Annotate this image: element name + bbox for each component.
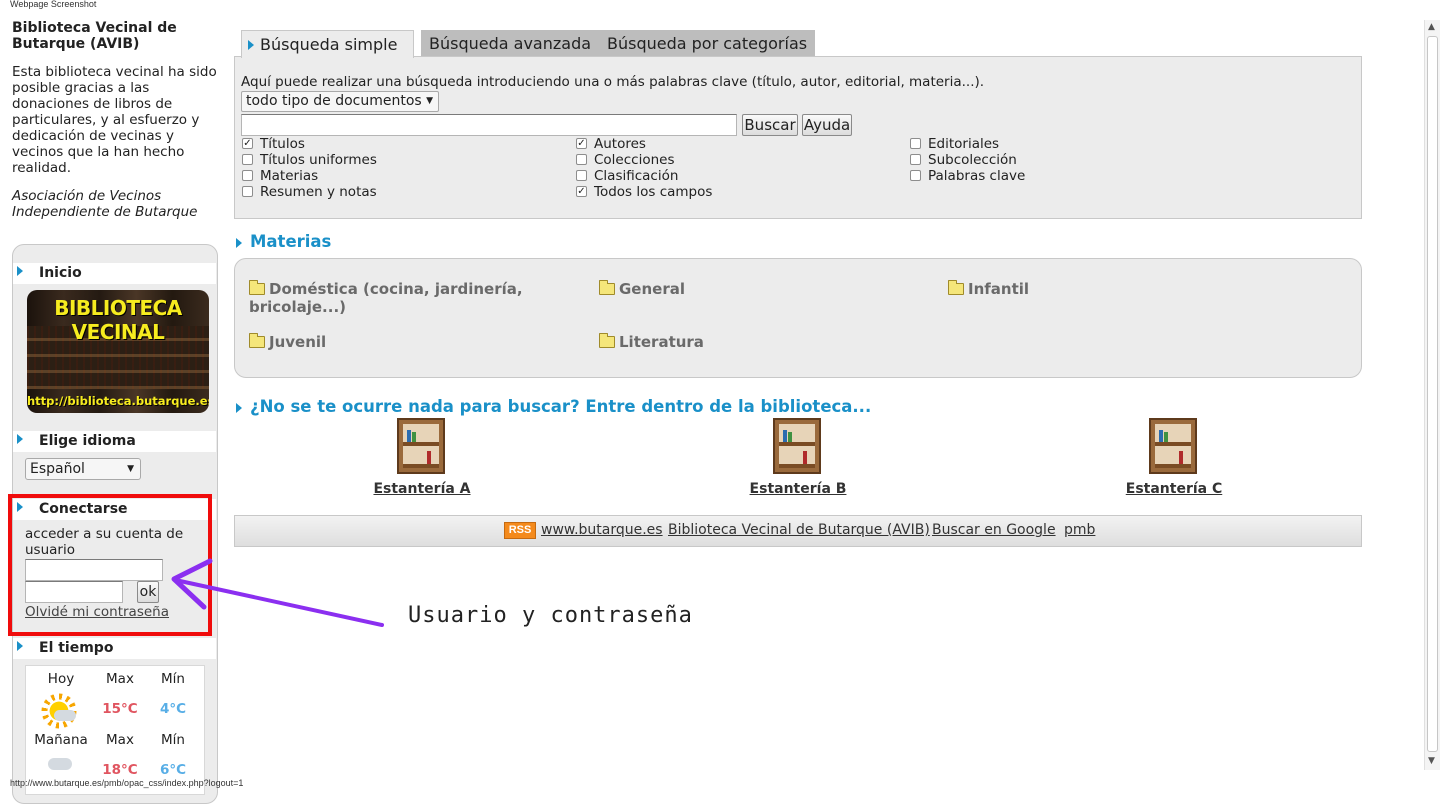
- cloud-icon: [54, 710, 76, 721]
- folder-icon: [249, 280, 265, 295]
- subject-link-infantil[interactable]: Infantil: [948, 280, 1029, 298]
- triangle-bullet-icon: [236, 403, 242, 413]
- status-bar-url: http://www.butarque.es/pmb/opac_css/inde…: [10, 778, 244, 788]
- checkbox-icon: [576, 154, 587, 165]
- triangle-bullet-icon: [17, 266, 23, 276]
- weather-today-min: 4°C: [159, 701, 187, 717]
- search-hint: Aquí puede realizar una búsqueda introdu…: [241, 74, 985, 90]
- tab-label: Búsqueda simple: [260, 35, 398, 54]
- annotation-arrow: [171, 558, 384, 627]
- tab-busqueda-avanzada[interactable]: Búsqueda avanzada: [421, 30, 600, 57]
- checkbox-icon: [910, 138, 921, 149]
- footer-link-pmb[interactable]: pmb: [1064, 522, 1095, 538]
- folder-icon: [599, 280, 615, 295]
- scrollbar-thumb[interactable]: [1427, 36, 1438, 752]
- weather-tomorrow-label: Mañana: [34, 732, 88, 748]
- checkbox-icon: [242, 170, 253, 181]
- library-description: Esta biblioteca vecinal ha sido posible …: [12, 64, 217, 176]
- weather-min-label: Mín: [161, 732, 185, 748]
- rss-icon[interactable]: RSS: [504, 522, 536, 539]
- browse-heading: ¿No se te ocurre nada para buscar? Entre…: [236, 397, 871, 416]
- weather-min-label: Mín: [161, 671, 185, 687]
- triangle-bullet-icon: [17, 434, 23, 444]
- footer-link-library[interactable]: Biblioteca Vecinal de Butarque (AVIB): [668, 522, 930, 538]
- tab-busqueda-por-categorias[interactable]: Búsqueda por categorías: [599, 30, 816, 57]
- language-selected-value: Español: [30, 461, 85, 477]
- folder-icon: [249, 333, 265, 348]
- checkbox-icon: [242, 154, 253, 165]
- weather-tomorrow-max: 18°C: [102, 762, 138, 778]
- footer-link-butarque[interactable]: www.butarque.es: [541, 522, 663, 538]
- checkbox-checked-icon: ✓: [576, 186, 587, 197]
- language-select[interactable]: Español ▼: [25, 458, 141, 480]
- checkbox-checked-icon: ✓: [576, 138, 587, 149]
- annotation-text: Usuario y contraseña: [408, 603, 693, 628]
- library-title: Biblioteca Vecinal de Butarque (AVIB): [12, 20, 177, 52]
- shelf-link-b[interactable]: Estantería B: [728, 481, 868, 497]
- weather-today-label: Hoy: [47, 671, 75, 687]
- sidebar-heading-language: Elige idioma: [13, 431, 216, 452]
- language-heading-label: Elige idioma: [39, 433, 136, 449]
- folder-icon: [599, 333, 615, 348]
- subject-link-general[interactable]: General: [599, 280, 685, 298]
- weather-max-label: Max: [106, 671, 134, 687]
- footer-link-google[interactable]: Buscar en Google: [932, 522, 1056, 538]
- weather-today-max: 15°C: [102, 701, 138, 717]
- home-label: Inicio: [39, 265, 82, 281]
- banner-title: BIBLIOTECA VECINAL: [54, 296, 182, 344]
- sidebar-heading-home[interactable]: Inicio: [13, 263, 216, 284]
- bookshelf-icon[interactable]: [1149, 418, 1197, 474]
- triangle-bullet-icon: [248, 40, 254, 50]
- folder-icon: [948, 280, 964, 295]
- dropdown-arrow-icon: ▼: [426, 96, 433, 106]
- search-input[interactable]: [241, 114, 737, 136]
- library-association: Asociación de Vecinos Independiente de B…: [12, 188, 198, 220]
- shelf-link-c[interactable]: Estantería C: [1104, 481, 1244, 497]
- banner-url: http://biblioteca.butarque.es: [27, 394, 209, 408]
- search-button[interactable]: Buscar: [742, 114, 798, 136]
- triangle-bullet-icon: [236, 238, 242, 248]
- weather-tomorrow-min: 6°C: [159, 762, 187, 778]
- screenshot-label: Webpage Screenshot: [10, 0, 97, 9]
- subjects-panel: [234, 258, 1362, 378]
- subject-link-juvenil[interactable]: Juvenil: [249, 333, 326, 351]
- scroll-up-icon[interactable]: ▲: [1428, 22, 1435, 32]
- weather-heading-label: El tiempo: [39, 640, 114, 656]
- checkbox-icon: [910, 170, 921, 181]
- weather-widget: Hoy Max Mín 15°C 4°C Mañana Max Mín 18°C…: [25, 665, 205, 795]
- document-type-value: todo tipo de documentos: [246, 93, 422, 109]
- checkbox-checked-icon: ✓: [242, 138, 253, 149]
- page-scrollbar[interactable]: ▲ ▼: [1424, 20, 1440, 770]
- bookshelf-icon[interactable]: [397, 418, 445, 474]
- bookshelf-icon[interactable]: [773, 418, 821, 474]
- shelf-link-a[interactable]: Estantería A: [352, 481, 492, 497]
- document-type-select[interactable]: todo tipo de documentos ▼: [241, 91, 439, 112]
- library-banner-image[interactable]: BIBLIOTECA VECINAL http://biblioteca.but…: [27, 290, 209, 413]
- help-button[interactable]: Ayuda: [802, 114, 852, 136]
- weather-max-label: Max: [106, 732, 134, 748]
- subject-link-literatura[interactable]: Literatura: [599, 333, 704, 351]
- scroll-down-icon[interactable]: ▼: [1428, 756, 1435, 766]
- subject-link-domestica[interactable]: Doméstica (cocina, jardinería, bricolaje…: [249, 280, 569, 316]
- subjects-heading: Materias: [236, 232, 331, 251]
- cloud-icon: [48, 758, 72, 770]
- triangle-bullet-icon: [17, 641, 23, 651]
- dropdown-arrow-icon: ▼: [127, 464, 134, 474]
- checkbox-icon: [576, 170, 587, 181]
- checkbox-icon: [242, 186, 253, 197]
- tab-busqueda-simple[interactable]: Búsqueda simple: [241, 30, 414, 58]
- checkbox-icon: [910, 154, 921, 165]
